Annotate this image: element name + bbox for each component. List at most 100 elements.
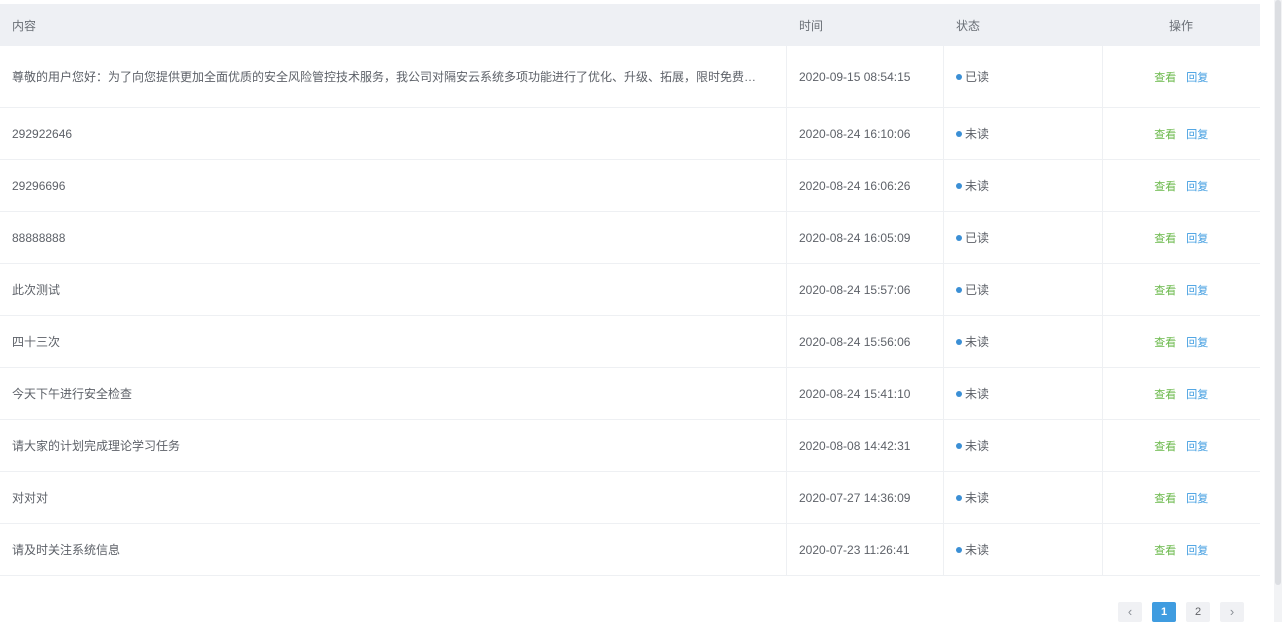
row-actions: 查看 回复	[1102, 159, 1260, 212]
row-content: 88888888	[0, 211, 787, 264]
table-row: 29296696 2020-08-24 16:06:26 未读 查看 回复	[0, 159, 1260, 212]
row-content: 请大家的计划完成理论学习任务	[0, 419, 787, 472]
status-text: 已读	[965, 283, 990, 297]
reply-button[interactable]: 回复	[1186, 282, 1208, 298]
row-content: 今天下午进行安全检查	[0, 367, 787, 420]
row-time: 2020-08-24 15:57:06	[786, 263, 944, 316]
row-status: 未读	[943, 367, 1103, 420]
row-status: 未读	[943, 471, 1103, 524]
row-status: 已读	[943, 263, 1103, 316]
row-status: 未读	[943, 419, 1103, 472]
status-dot-icon	[956, 130, 962, 137]
row-time: 2020-08-24 16:06:26	[786, 159, 944, 212]
row-actions: 查看 回复	[1102, 471, 1260, 524]
status-text: 未读	[965, 179, 990, 193]
row-actions: 查看 回复	[1102, 367, 1260, 420]
status-dot-icon	[956, 286, 962, 293]
vertical-scrollbar[interactable]	[1274, 0, 1282, 622]
page-button-1[interactable]: 1	[1152, 602, 1176, 622]
next-page-button[interactable]: ›	[1220, 602, 1244, 622]
message-list-page: 内容 时间 状态 操作 尊敬的用户您好：为了向您提供更加全面优质的安全风险管控技…	[0, 0, 1282, 622]
row-content: 29296696	[0, 159, 787, 212]
row-time: 2020-07-23 11:26:41	[786, 523, 944, 576]
status-text: 已读	[965, 70, 990, 84]
row-actions: 查看 回复	[1102, 263, 1260, 316]
status-text: 未读	[965, 127, 990, 141]
row-time: 2020-08-24 16:05:09	[786, 211, 944, 264]
row-status: 已读	[943, 46, 1103, 108]
status-text: 未读	[965, 335, 990, 349]
row-actions: 查看 回复	[1102, 523, 1260, 576]
row-status: 未读	[943, 315, 1103, 368]
table-row: 尊敬的用户您好：为了向您提供更加全面优质的安全风险管控技术服务，我公司对隔安云系…	[0, 46, 1260, 108]
table-row: 今天下午进行安全检查 2020-08-24 15:41:10 未读 查看 回复	[0, 367, 1260, 420]
status-text: 未读	[965, 387, 990, 401]
view-button[interactable]: 查看	[1154, 230, 1176, 246]
status-dot-icon	[956, 73, 962, 80]
reply-button[interactable]: 回复	[1186, 69, 1208, 85]
view-button[interactable]: 查看	[1154, 386, 1176, 402]
view-button[interactable]: 查看	[1154, 178, 1176, 194]
table-row: 88888888 2020-08-24 16:05:09 已读 查看 回复	[0, 211, 1260, 264]
row-content: 对对对	[0, 471, 787, 524]
row-time: 2020-07-27 14:36:09	[786, 471, 944, 524]
status-dot-icon	[956, 338, 962, 345]
status-dot-icon	[956, 546, 962, 553]
row-time: 2020-08-24 15:41:10	[786, 367, 944, 420]
header-content: 内容	[0, 4, 787, 46]
header-time: 时间	[786, 4, 944, 46]
reply-button[interactable]: 回复	[1186, 542, 1208, 558]
status-dot-icon	[956, 494, 962, 501]
reply-button[interactable]: 回复	[1186, 126, 1208, 142]
row-content: 四十三次	[0, 315, 787, 368]
status-dot-icon	[956, 234, 962, 241]
row-content: 请及时关注系统信息	[0, 523, 787, 576]
table-row: 请大家的计划完成理论学习任务 2020-08-08 14:42:31 未读 查看 回复	[0, 419, 1260, 472]
view-button[interactable]: 查看	[1154, 69, 1176, 85]
scrollbar-thumb[interactable]	[1275, 0, 1281, 585]
reply-button[interactable]: 回复	[1186, 334, 1208, 350]
status-dot-icon	[956, 442, 962, 449]
row-time: 2020-08-08 14:42:31	[786, 419, 944, 472]
table-row: 四十三次 2020-08-24 15:56:06 未读 查看 回复	[0, 315, 1260, 368]
reply-button[interactable]: 回复	[1186, 178, 1208, 194]
row-actions: 查看 回复	[1102, 107, 1260, 160]
status-dot-icon	[956, 390, 962, 397]
table-row: 此次测试 2020-08-24 15:57:06 已读 查看 回复	[0, 263, 1260, 316]
row-actions: 查看 回复	[1102, 419, 1260, 472]
page-button-2[interactable]: 2	[1186, 602, 1210, 622]
row-actions: 查看 回复	[1102, 315, 1260, 368]
status-dot-icon	[956, 182, 962, 189]
row-time: 2020-09-15 08:54:15	[786, 46, 944, 108]
reply-button[interactable]: 回复	[1186, 438, 1208, 454]
view-button[interactable]: 查看	[1154, 126, 1176, 142]
row-actions: 查看 回复	[1102, 211, 1260, 264]
row-content: 尊敬的用户您好：为了向您提供更加全面优质的安全风险管控技术服务，我公司对隔安云系…	[0, 46, 787, 108]
view-button[interactable]: 查看	[1154, 334, 1176, 350]
view-button[interactable]: 查看	[1154, 490, 1176, 506]
view-button[interactable]: 查看	[1154, 438, 1176, 454]
row-status: 已读	[943, 211, 1103, 264]
message-table-body: 尊敬的用户您好：为了向您提供更加全面优质的安全风险管控技术服务，我公司对隔安云系…	[0, 46, 1260, 576]
header-status: 状态	[943, 4, 1103, 46]
status-text: 未读	[965, 491, 990, 505]
view-button[interactable]: 查看	[1154, 542, 1176, 558]
reply-button[interactable]: 回复	[1186, 386, 1208, 402]
message-table: 内容 时间 状态 操作 尊敬的用户您好：为了向您提供更加全面优质的安全风险管控技…	[0, 4, 1260, 576]
reply-button[interactable]: 回复	[1186, 230, 1208, 246]
table-row: 对对对 2020-07-27 14:36:09 未读 查看 回复	[0, 471, 1260, 524]
row-content: 292922646	[0, 107, 787, 160]
row-time: 2020-08-24 16:10:06	[786, 107, 944, 160]
status-text: 已读	[965, 231, 990, 245]
prev-page-button[interactable]: ‹	[1118, 602, 1142, 622]
view-button[interactable]: 查看	[1154, 282, 1176, 298]
status-text: 未读	[965, 543, 990, 557]
row-content: 此次测试	[0, 263, 787, 316]
row-actions: 查看 回复	[1102, 46, 1260, 108]
row-status: 未读	[943, 107, 1103, 160]
row-time: 2020-08-24 15:56:06	[786, 315, 944, 368]
status-text: 未读	[965, 439, 990, 453]
row-status: 未读	[943, 159, 1103, 212]
reply-button[interactable]: 回复	[1186, 490, 1208, 506]
header-actions: 操作	[1102, 4, 1260, 46]
